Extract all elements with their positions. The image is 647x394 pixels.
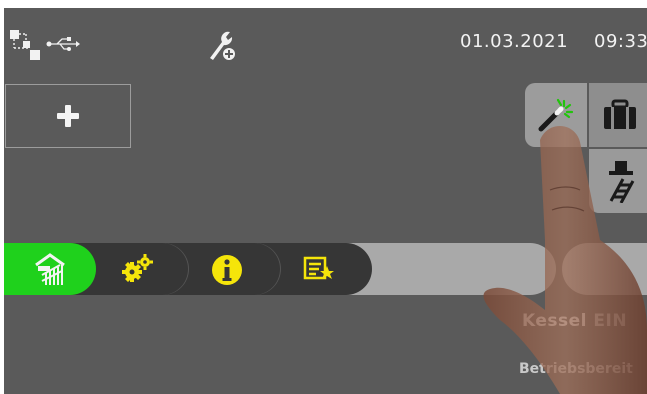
briefcase-icon <box>604 99 636 129</box>
add-button[interactable] <box>5 84 131 148</box>
wizard-tile-button[interactable] <box>525 83 587 147</box>
boiler-status-text: Kessel EIN <box>522 311 627 331</box>
chimney-sweep-icon <box>609 161 635 203</box>
magic-wand-icon <box>538 98 574 132</box>
status-bar: 01.03.2021 09:33 <box>4 8 647 68</box>
service-tile-button[interactable] <box>589 83 647 147</box>
boiler-label: Kessel <box>522 311 587 331</box>
home-heating-icon <box>35 253 65 285</box>
time-display: 09:33 <box>594 31 647 52</box>
operating-mode-text: Betriebsbereit <box>519 361 633 377</box>
favorites-list-icon <box>303 256 334 280</box>
chimney-sweep-tile-button[interactable] <box>589 149 647 213</box>
service-wrench-icon[interactable] <box>204 28 238 62</box>
gears-icon <box>122 254 153 282</box>
plus-icon <box>57 105 79 127</box>
boiler-state: EIN <box>593 311 628 331</box>
menu-home-button[interactable] <box>4 243 96 295</box>
usb-icon <box>46 37 80 51</box>
network-icon <box>10 30 40 60</box>
date-display: 01.03.2021 <box>460 31 569 52</box>
info-icon <box>212 255 242 285</box>
menu-track-right <box>562 243 647 295</box>
device-screen: 01.03.2021 09:33 Kessel EIN Betriebsbere… <box>4 8 647 394</box>
